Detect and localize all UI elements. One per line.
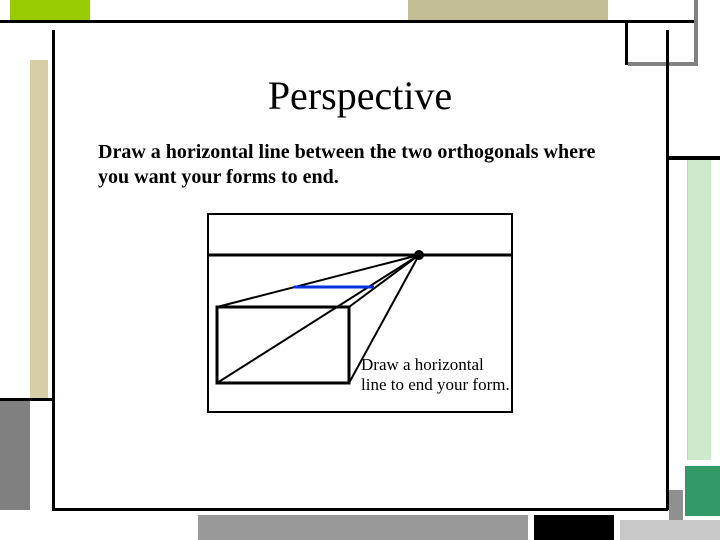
slide-title: Perspective [0,72,720,119]
decor-midgray-under [620,520,720,540]
decor-frame-bottom [52,508,668,511]
decor-right-gray-h [628,62,698,66]
figure-caption-line1: Draw a horizontal [361,355,484,375]
slide-canvas: Perspective Draw a horizontal line betwe… [0,0,720,540]
decor-black-bottom [534,515,614,540]
decor-line-top-right-v [625,20,628,65]
decor-line-top [0,20,698,23]
decor-green-tab [10,0,90,20]
decor-gray-bottom [198,515,528,540]
figure-caption-line2: line to end your form. [361,375,510,395]
decor-right-gray-v [694,0,698,64]
decor-teal-right [685,466,720,516]
decor-palegreen-right [687,160,711,460]
slide-body-text: Draw a horizontal line between the two o… [98,140,628,190]
decor-khaki-tab [408,0,608,20]
decor-black-right-line [669,156,720,160]
decor-gray-left [0,400,30,510]
perspective-figure: Draw a horizontal line to end your form. [207,213,513,413]
decor-black-left-line [0,398,52,401]
